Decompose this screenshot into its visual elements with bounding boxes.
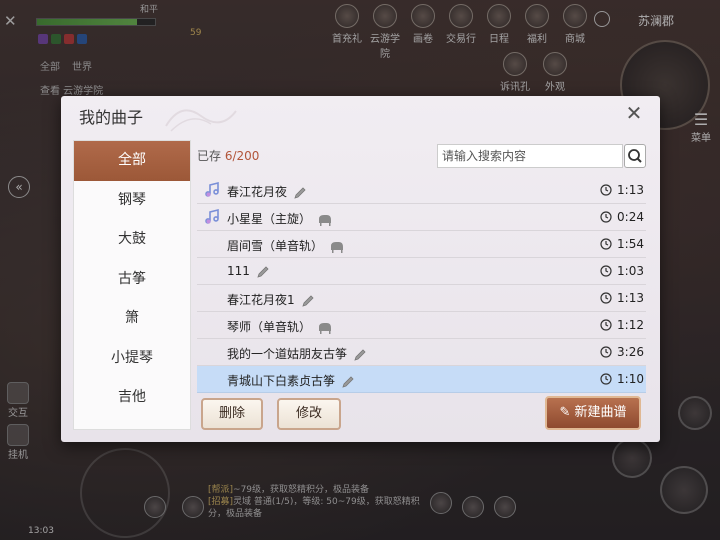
song-duration: 1:54: [617, 237, 644, 251]
category-item[interactable]: 古筝: [74, 260, 190, 300]
song-title: 春江花月夜: [227, 185, 288, 199]
song-duration: 1:10: [617, 372, 644, 386]
song-row[interactable]: 青城山下白素贞古筝 1:10: [197, 366, 646, 393]
piano-icon: [319, 322, 332, 334]
song-title: 春江花月夜1: [227, 293, 295, 307]
song-row[interactable]: 小星星（主旋） 0:24: [197, 204, 646, 231]
delete-button[interactable]: 删除: [201, 398, 263, 430]
new-score-button[interactable]: ✎ 新建曲谱: [545, 396, 641, 430]
category-item[interactable]: 钢琴: [74, 181, 190, 221]
category-item[interactable]: 全部: [74, 141, 190, 181]
song-row[interactable]: 眉间雪（单音轨） 1:54: [197, 231, 646, 258]
shared-music-note-icon: [205, 182, 219, 197]
clock-icon: [600, 184, 612, 196]
piano-icon: [319, 214, 332, 226]
clock-icon: [600, 319, 612, 331]
pen-icon: ✎: [559, 405, 571, 420]
song-row[interactable]: 春江花月夜1 1:13: [197, 285, 646, 312]
song-row[interactable]: 111 1:03: [197, 258, 646, 285]
category-item[interactable]: 小提琴: [74, 339, 190, 379]
clock-icon: [600, 211, 612, 223]
close-icon[interactable]: ✕: [624, 103, 644, 124]
piano-icon: [331, 241, 344, 253]
song-duration: 0:24: [617, 210, 644, 224]
dialog-title: 我的曲子: [79, 108, 144, 127]
my-songs-dialog: 我的曲子 ✕ 全部钢琴大鼓古筝箫小提琴吉他琵琶 已存 6/200 请输入搜索内容…: [61, 96, 660, 442]
search-button[interactable]: [624, 144, 646, 168]
song-title: 青城山下白素贞古筝: [227, 374, 336, 388]
edit-button[interactable]: 修改: [277, 398, 341, 430]
pencil-icon: [257, 265, 269, 278]
saved-count: 已存 6/200: [197, 149, 260, 163]
pencil-icon: [354, 348, 366, 361]
pencil-icon: [294, 186, 306, 199]
clock-icon: [600, 292, 612, 304]
song-title: 琴师（单音轨）: [227, 320, 312, 334]
category-list: 全部钢琴大鼓古筝箫小提琴吉他琵琶: [73, 140, 191, 430]
cloud-pattern-icon: [165, 109, 237, 132]
song-title: 我的一个道姑朋友古筝: [227, 347, 348, 361]
song-duration: 1:13: [617, 291, 644, 305]
song-title: 小星星（主旋）: [227, 212, 312, 226]
song-duration: 1:03: [617, 264, 644, 278]
clock-icon: [600, 373, 612, 385]
category-item[interactable]: 琵琶: [74, 418, 190, 430]
pencil-icon: [342, 375, 354, 388]
song-duration: 1:12: [617, 318, 644, 332]
category-item[interactable]: 大鼓: [74, 220, 190, 260]
clock-icon: [600, 238, 612, 250]
song-list: 春江花月夜 1:13 小星星（主旋） 0:24 眉间雪（单音轨） 1:54 111 1:03 春…: [197, 177, 646, 393]
shared-music-note-icon: [205, 209, 219, 224]
category-item[interactable]: 箫: [74, 299, 190, 339]
search-input[interactable]: 请输入搜索内容: [437, 144, 623, 168]
pencil-icon: [302, 294, 314, 307]
song-row[interactable]: 我的一个道姑朋友古筝 3:26: [197, 339, 646, 366]
song-row[interactable]: 琴师（单音轨） 1:12: [197, 312, 646, 339]
song-title: 111: [227, 264, 250, 278]
search-icon: [628, 149, 642, 163]
clock-icon: [600, 265, 612, 277]
song-row[interactable]: 春江花月夜 1:13: [197, 177, 646, 204]
song-title: 眉间雪（单音轨）: [227, 239, 324, 253]
song-duration: 1:13: [617, 183, 644, 197]
song-duration: 3:26: [617, 345, 644, 359]
clock-icon: [600, 346, 612, 358]
category-item[interactable]: 吉他: [74, 378, 190, 418]
